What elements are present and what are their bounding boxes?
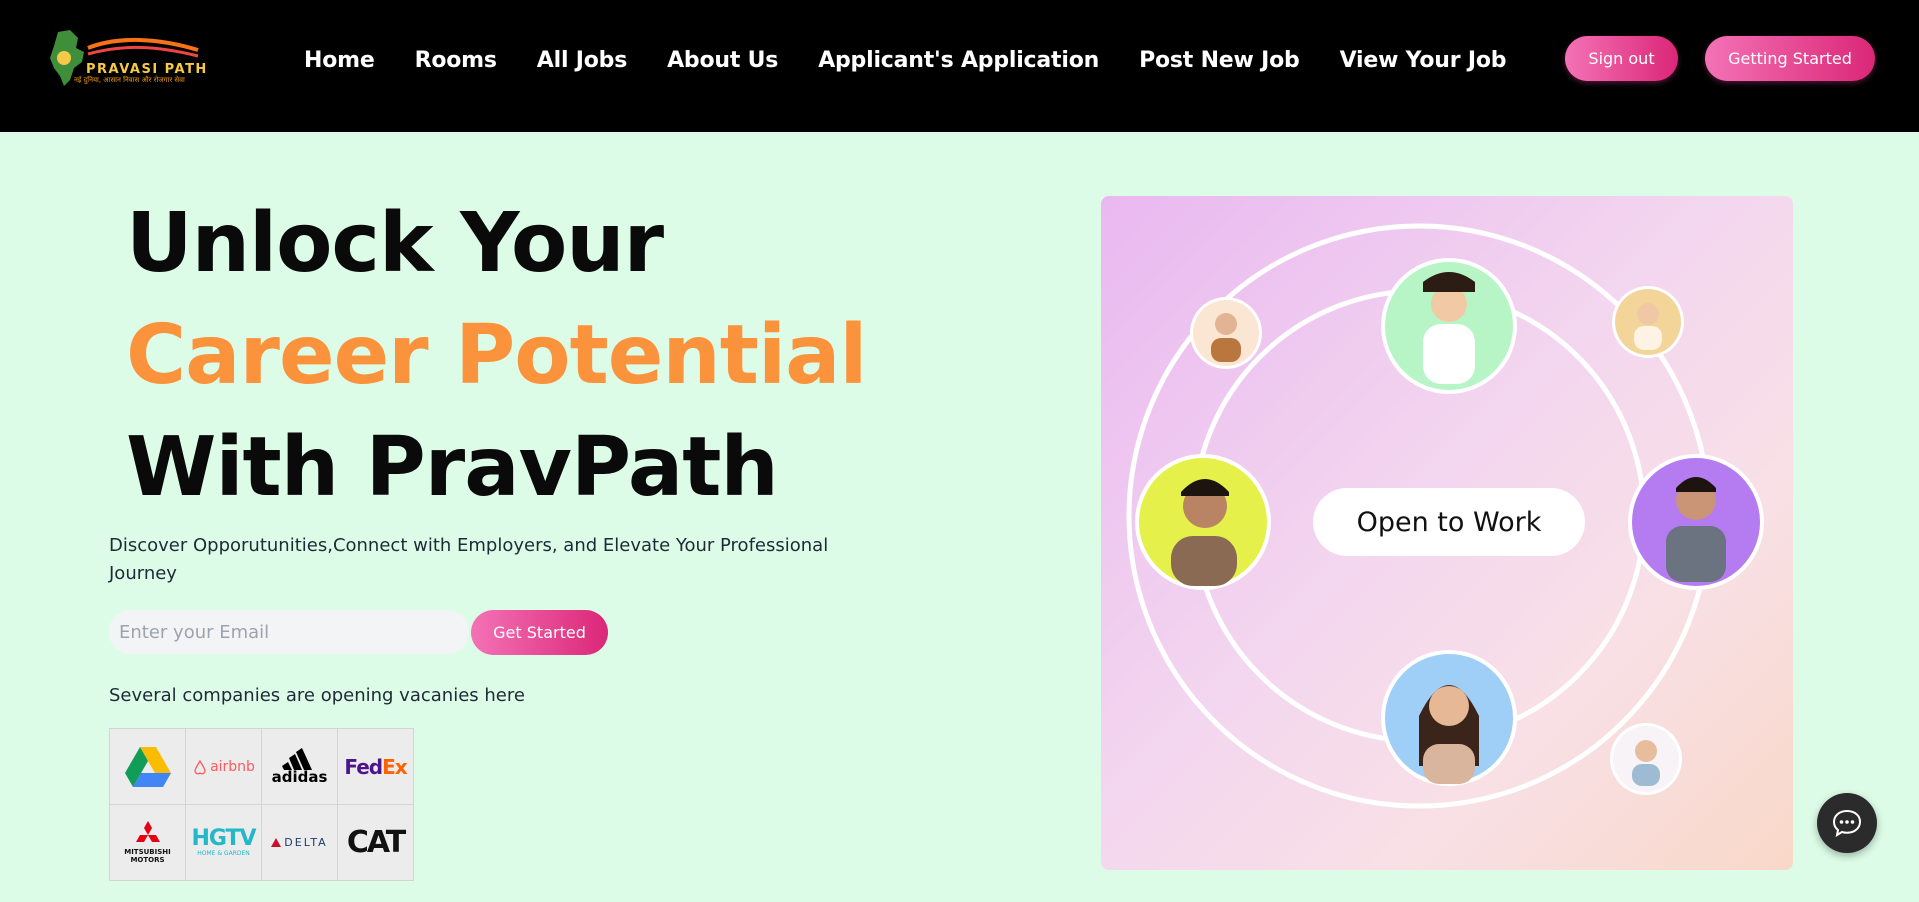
logo-tagline: नई दुनिया, आसान निवास और रोजगार सेवा (74, 76, 185, 84)
nav-view-your-job[interactable]: View Your Job (1340, 48, 1507, 73)
delta-logo: DELTA (262, 805, 338, 881)
open-to-work-label: Open to Work (1313, 488, 1585, 556)
mitsubishi-diamonds-icon (135, 820, 160, 842)
adidas-wordmark: adidas (271, 768, 328, 786)
delta-wordmark: DELTA (284, 836, 328, 849)
logo-text: PRAVASI PATH (86, 62, 208, 77)
airbnb-wordmark: airbnb (210, 758, 255, 775)
top-navbar: PRAVASI PATH नई दुनिया, आसान निवास और रो… (0, 0, 1919, 132)
avatar-left (1135, 454, 1271, 590)
email-input[interactable] (109, 610, 469, 654)
pravasi-path-logo[interactable]: PRAVASI PATH नई दुनिया, आसान निवास और रो… (48, 28, 214, 92)
airbnb-logo: airbnb (186, 729, 262, 805)
nav-all-jobs[interactable]: All Jobs (537, 48, 628, 73)
hgtv-logo: HGTV HOME & GARDEN (186, 805, 262, 881)
company-logo-grid: airbnb adidas FedEx MITSUBISHI MOTORS HG… (109, 728, 414, 881)
mitsubishi-logo: MITSUBISHI MOTORS (110, 805, 186, 881)
getting-started-button[interactable]: Getting Started (1705, 36, 1875, 81)
nav-home[interactable]: Home (304, 48, 375, 73)
fedex-fed: Fed (344, 754, 383, 779)
sign-out-button[interactable]: Sign out (1565, 36, 1678, 81)
avatar-right (1628, 454, 1764, 590)
chat-bubble-icon (1832, 809, 1862, 837)
fedex-ex: Ex (382, 754, 408, 779)
get-started-button[interactable]: Get Started (471, 610, 608, 655)
mitsubishi-wordmark: MITSUBISHI MOTORS (124, 847, 171, 864)
hero-title-line-3: With PravPath (126, 420, 779, 515)
fedex-logo: FedEx (338, 729, 414, 805)
open-to-work-illustration: Open to Work (1101, 196, 1793, 870)
hgtv-subtitle: HOME & GARDEN (197, 850, 250, 857)
avatar-small-bottom-right (1610, 723, 1682, 795)
nav-rooms[interactable]: Rooms (415, 48, 497, 73)
nav-post-new-job[interactable]: Post New Job (1139, 48, 1300, 73)
nav-about-us[interactable]: About Us (667, 48, 778, 73)
hero-title-line-1: Unlock Your (126, 196, 664, 291)
chat-widget-button[interactable] (1817, 793, 1877, 853)
cat-wordmark: CAT (346, 825, 406, 860)
google-drive-logo (110, 729, 186, 805)
adidas-stripes-icon (281, 748, 312, 770)
avatar-top (1381, 258, 1517, 394)
avatar-small-top-right (1612, 286, 1684, 358)
companies-caption: Several companies are opening vacanies h… (109, 685, 525, 706)
google-drive-icon (124, 746, 171, 787)
delta-triangle-icon (271, 838, 282, 847)
avatar-bottom (1381, 650, 1517, 786)
hgtv-wordmark: HGTV (191, 826, 256, 851)
hero-subtitle: Discover Opporutunities,Connect with Emp… (109, 535, 829, 584)
main-nav: Home Rooms All Jobs About Us Applicant's… (304, 48, 1546, 73)
airbnb-icon (194, 759, 206, 774)
hero-title-line-2: Career Potential (126, 308, 868, 403)
cat-logo: CAT (338, 805, 414, 881)
nav-applicants-application[interactable]: Applicant's Application (818, 48, 1099, 73)
adidas-logo: adidas (262, 729, 338, 805)
avatar-small-top-left (1190, 297, 1262, 369)
